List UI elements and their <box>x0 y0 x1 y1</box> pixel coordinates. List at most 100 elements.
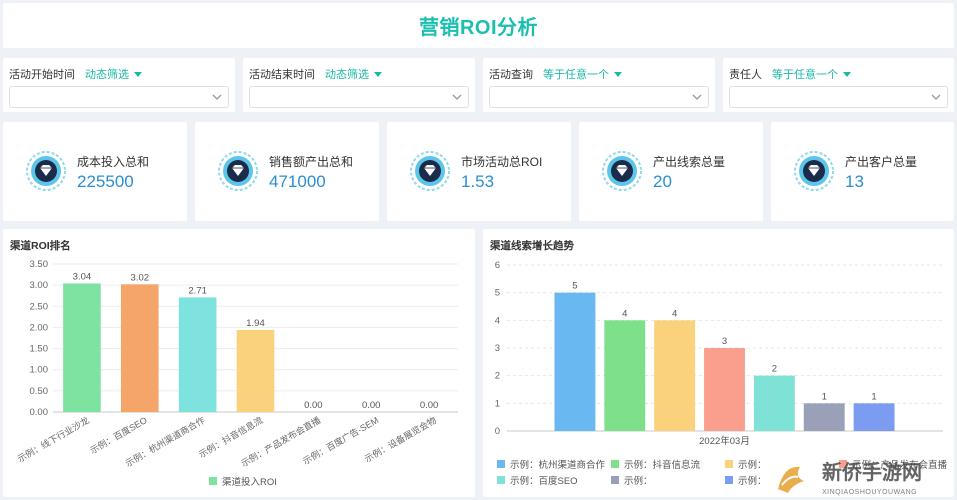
legend-item[interactable]: 示例：抖音信息流 <box>611 457 700 471</box>
bar <box>554 292 596 431</box>
bar <box>63 283 101 412</box>
caret-down-icon[interactable] <box>374 71 382 77</box>
y-tick-label: 2 <box>495 371 500 382</box>
legend-label: 示例： <box>624 476 653 487</box>
legend-swatch <box>611 476 619 484</box>
y-tick-label: 0.50 <box>30 386 49 397</box>
legend-item[interactable]: 示例： <box>725 457 767 471</box>
filter-operator-dropdown[interactable]: 等于任意一个 <box>772 66 838 82</box>
kpi-label: 市场活动总ROI <box>461 155 543 169</box>
y-tick-label: 5 <box>495 288 500 299</box>
diamond-icon <box>410 151 450 191</box>
filter-operator-dropdown[interactable]: 等于任意一个 <box>543 66 609 82</box>
filter-operator-dropdown[interactable]: 动态筛选 <box>325 66 369 82</box>
y-tick-label: 6 <box>495 260 500 271</box>
y-tick-label: 3.00 <box>30 280 49 291</box>
data-label: 5 <box>572 281 577 292</box>
data-label: 0.00 <box>420 400 439 411</box>
y-tick-label: 1.50 <box>30 344 49 355</box>
filter-select[interactable] <box>9 86 229 108</box>
kpi-card-cost: 成本投入总和 225500 <box>3 122 187 221</box>
bar <box>853 403 895 431</box>
filter-select[interactable] <box>489 86 709 108</box>
legend-item[interactable]: 示例： <box>725 473 767 487</box>
bar <box>654 320 696 431</box>
title-bar: 营销ROI分析 <box>3 3 954 48</box>
kpi-label: 成本投入总和 <box>77 155 150 169</box>
legend-swatch <box>497 460 505 468</box>
y-tick-label: 1 <box>495 398 500 409</box>
watermark-graphic: 新侨手游网 XINQIAOSHOUYOUWANG <box>778 460 922 496</box>
filter-select[interactable] <box>249 86 469 108</box>
bar <box>120 284 159 412</box>
bar <box>704 348 745 431</box>
legend-item[interactable]: 示例：百度SEO <box>497 473 578 487</box>
chevron-down-icon <box>212 94 222 100</box>
filter-end-time: 活动结束时间 动态筛选 <box>243 58 475 112</box>
data-label: 3.02 <box>131 272 150 283</box>
filter-label: 活动结束时间 <box>249 69 315 81</box>
filter-activity: 活动查询 等于任意一个 <box>483 58 715 112</box>
chevron-down-icon <box>692 94 702 100</box>
data-label: 1 <box>822 391 827 402</box>
legend-swatch <box>209 477 217 485</box>
legend-label: 示例： <box>738 476 767 487</box>
caret-down-icon[interactable] <box>614 71 622 77</box>
legend-swatch <box>497 476 505 484</box>
legend-swatch <box>725 460 733 468</box>
y-tick-label: 3 <box>495 343 500 354</box>
kpi-value: 1.53 <box>461 172 495 191</box>
data-label: 3.04 <box>73 271 92 282</box>
y-tick-label: 2.00 <box>30 322 49 333</box>
legend-item[interactable]: 示例：杭州渠道商合作 <box>497 457 605 471</box>
legend-label: 示例：杭州渠道商合作 <box>510 460 606 471</box>
legend-label: 示例：百度SEO <box>510 476 578 487</box>
kpi-card-leads: 产出线索总量 20 <box>579 122 763 221</box>
kpi-value: 471000 <box>269 172 326 191</box>
chevron-down-icon <box>452 94 462 100</box>
chart-roi-ranking: 渠道ROI排名 0.00 0.50 1.00 1.50 2.00 2.50 3.00 3.50… <box>3 229 475 497</box>
kpi-label: 销售额产出总和 <box>269 155 354 169</box>
filter-start-time: 活动开始时间 动态筛选 <box>3 58 235 112</box>
x-tick-label: 示例：百度SEO <box>88 414 149 456</box>
chart-legend[interactable]: 渠道投入ROI <box>209 474 277 488</box>
filter-label: 责任人 <box>729 69 762 81</box>
legend-label: 示例： <box>738 460 767 471</box>
watermark-sub: XINQIAOSHOUYOUWANG <box>822 489 917 496</box>
bar <box>803 403 845 431</box>
filter-select[interactable] <box>729 86 948 108</box>
data-label: 1.94 <box>246 318 265 329</box>
caret-down-icon[interactable] <box>843 71 851 77</box>
legend-label: 示例：抖音信息流 <box>624 460 701 471</box>
chevron-down-icon <box>931 94 941 100</box>
bar <box>178 297 217 412</box>
legend-item[interactable]: 示例： <box>611 473 653 487</box>
kpi-card-sales: 销售额产出总和 471000 <box>195 122 379 221</box>
filter-label: 活动查询 <box>489 69 533 81</box>
filter-operator-dropdown[interactable]: 动态筛选 <box>85 66 129 82</box>
roi-bar-chart: 0.00 0.50 1.00 1.50 2.00 2.50 3.00 3.50 3.04 示例：线… <box>15 259 458 469</box>
bar <box>236 329 275 412</box>
legend-swatch <box>725 476 733 484</box>
caret-down-icon[interactable] <box>134 71 142 77</box>
diamond-icon <box>602 151 642 191</box>
data-label: 0.00 <box>304 400 323 411</box>
data-label: 3 <box>722 336 727 347</box>
y-tick-label: 3.50 <box>30 259 49 270</box>
watermark-logo: 新侨手游网 XINQIAOSHOUYOUWANG <box>770 455 955 498</box>
y-tick-label: 0 <box>495 426 500 437</box>
legend-swatch <box>611 460 619 468</box>
leads-bar-chart: 0 1 2 3 4 5 6 5 4 4 3 2 1 1 2022年03月 <box>495 260 943 447</box>
diamond-icon <box>26 151 66 191</box>
diamond-icon <box>794 151 834 191</box>
x-tick-label: 2022年03月 <box>699 435 750 447</box>
data-label: 4 <box>622 308 627 319</box>
diamond-icon <box>218 151 258 191</box>
watermark-text: 新侨手游网 <box>822 460 922 484</box>
kpi-card-customers: 产出客户总量 13 <box>771 122 954 221</box>
bar <box>604 320 646 431</box>
page-title: 营销ROI分析 <box>418 17 539 39</box>
kpi-value: 13 <box>845 172 864 191</box>
data-label: 4 <box>672 308 677 319</box>
kpi-value: 20 <box>653 172 672 191</box>
